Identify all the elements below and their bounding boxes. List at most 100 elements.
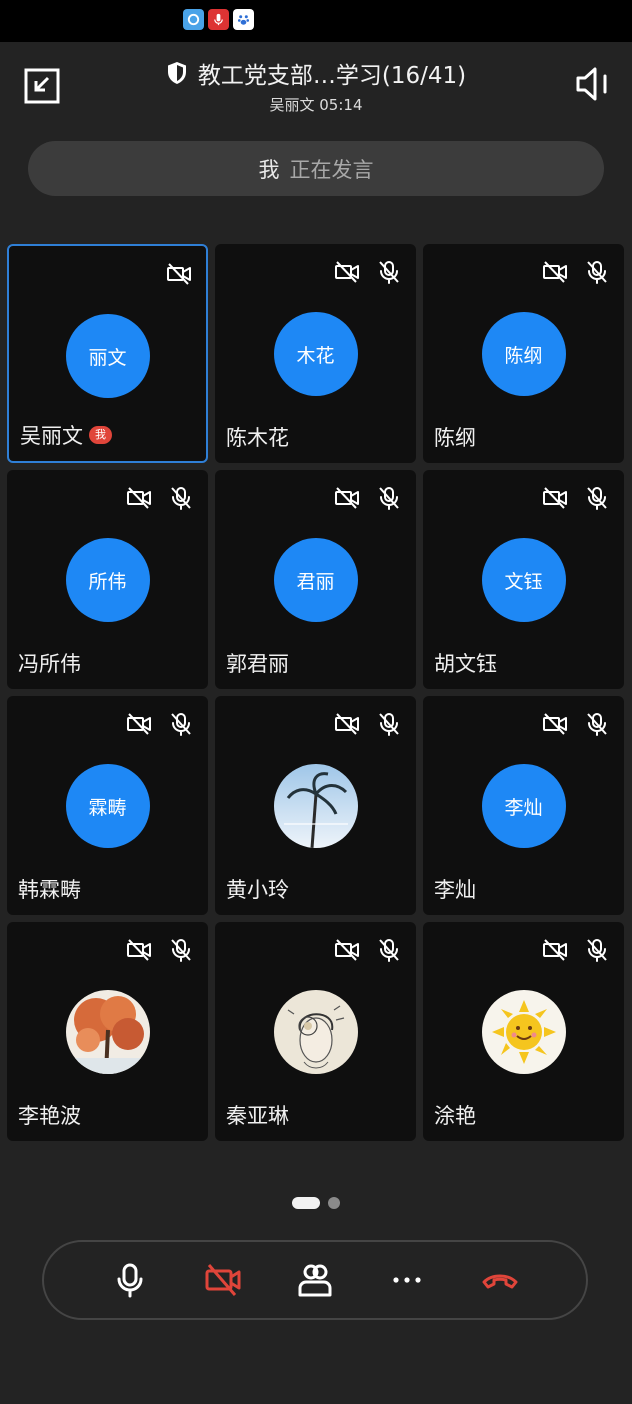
participant-name-row: 陈纲 [434,422,476,452]
participant-tile[interactable]: 君丽郭君丽 [215,470,416,689]
mic-muted-icon [376,485,402,511]
autumn-tree-photo [65,990,150,1074]
participant-name: 秦亚琳 [226,1104,289,1128]
participant-name-row: 秦亚琳 [226,1100,289,1130]
camera-off-icon [334,259,360,285]
paw-app-icon [233,9,254,30]
avatar [273,764,358,848]
camera-off-icon [126,937,152,963]
camera-off-icon [205,1264,241,1296]
mic-muted-icon [168,711,194,737]
meeting-header: 教工党支部…学习(16/41) 吴丽文 05:14 [0,42,632,130]
camera-off-icon [126,485,152,511]
page-indicator [292,1197,340,1209]
participant-name-row: 陈木花 [226,422,289,452]
participant-tile[interactable]: 秦亚琳 [215,922,416,1141]
avatar: 君丽 [273,538,358,622]
speaker-button[interactable] [574,64,614,104]
avatar [481,990,566,1074]
participant-tile[interactable]: 文钰胡文钰 [423,470,624,689]
avatar: 木花 [273,312,358,396]
participants-icon [298,1264,332,1297]
meeting-subtitle: 吴丽文 05:14 [269,96,363,114]
mic-muted-icon [584,485,610,511]
shield-icon [167,62,186,84]
hang-up-icon [482,1274,518,1289]
camera-off-icon [334,711,360,737]
avatar: 丽文 [65,314,150,398]
mic-muted-icon [584,711,610,737]
more-icon [393,1277,421,1283]
sun-emoji [481,990,566,1074]
sky-palm-photo [273,764,358,848]
participant-name-row: 冯所伟 [18,648,81,678]
status-bar [0,0,632,42]
avatar: 陈纲 [481,312,566,396]
participant-tile[interactable]: 木花陈木花 [215,244,416,463]
participant-name-row: 胡文钰 [434,648,497,678]
page-dot[interactable] [328,1197,340,1209]
microphone-button[interactable] [107,1257,153,1303]
participant-tile[interactable]: 黄小玲 [215,696,416,915]
flower-portrait-sketch [273,990,358,1074]
participant-tile[interactable]: 李艳波 [7,922,208,1141]
mic-muted-icon [584,259,610,285]
participant-tile[interactable]: 所伟冯所伟 [7,470,208,689]
participant-tile[interactable]: 李灿 李灿 [423,696,624,915]
me-badge: 我 [89,426,112,444]
more-button[interactable] [384,1257,430,1303]
participant-name: 胡文钰 [434,652,497,676]
page-dot-active[interactable] [292,1197,320,1209]
camera-off-icon [542,711,568,737]
avatar: 所伟 [65,538,150,622]
mic-muted-icon [168,485,194,511]
camera-off-icon [166,261,192,287]
camera-off-icon [542,259,568,285]
participant-name-row: 李灿 [434,874,476,904]
participant-name: 吴丽文 [20,424,83,448]
mic-muted-icon [376,711,402,737]
meeting-title[interactable]: 教工党支部…学习(16/41) [198,56,466,90]
participant-name-row: 郭君丽 [226,648,289,678]
participant-tile[interactable]: 丽文吴丽文我 [7,244,208,463]
hang-up-button[interactable] [477,1257,523,1303]
control-bar [42,1240,588,1320]
participant-tile[interactable]: 霖畴 韩霖畴 [7,696,208,915]
participant-tile[interactable]: 涂艳 [423,922,624,1141]
participant-tile[interactable]: 陈纲 陈纲 [423,244,624,463]
participant-name-row: 涂艳 [434,1100,476,1130]
avatar [273,990,358,1074]
participant-name-row: 黄小玲 [226,874,289,904]
participant-name-row: 李艳波 [18,1100,81,1130]
speaker-icon [576,67,607,101]
camera-off-icon [542,485,568,511]
camera-off-icon [334,937,360,963]
participant-name: 李艳波 [18,1104,81,1128]
participant-name: 冯所伟 [18,652,81,676]
camera-off-icon [334,485,360,511]
avatar: 李灿 [481,764,566,848]
avatar [65,990,150,1074]
participant-name-row: 吴丽文我 [20,420,112,450]
participant-name: 涂艳 [434,1104,476,1128]
camera-off-icon [542,937,568,963]
mic-muted-icon [584,937,610,963]
camera-off-icon [126,711,152,737]
mic-indicator-icon [208,9,229,30]
mic-muted-icon [376,937,402,963]
app-icon [183,9,204,30]
mic-muted-icon [376,259,402,285]
participant-name: 郭君丽 [226,652,289,676]
participant-name: 陈木花 [226,426,289,450]
speaking-indicator: 我 正在发言 [28,141,604,196]
microphone-icon [117,1263,143,1298]
camera-toggle-button[interactable] [200,1257,246,1303]
speaker-name: 我 [258,157,280,182]
avatar: 文钰 [481,538,566,622]
participant-name-row: 韩霖畴 [18,874,81,904]
speaking-status: 正在发言 [289,157,374,182]
participant-name: 黄小玲 [226,878,289,902]
participant-name: 韩霖畴 [18,878,81,902]
participants-button[interactable] [292,1257,338,1303]
mic-muted-icon [168,937,194,963]
